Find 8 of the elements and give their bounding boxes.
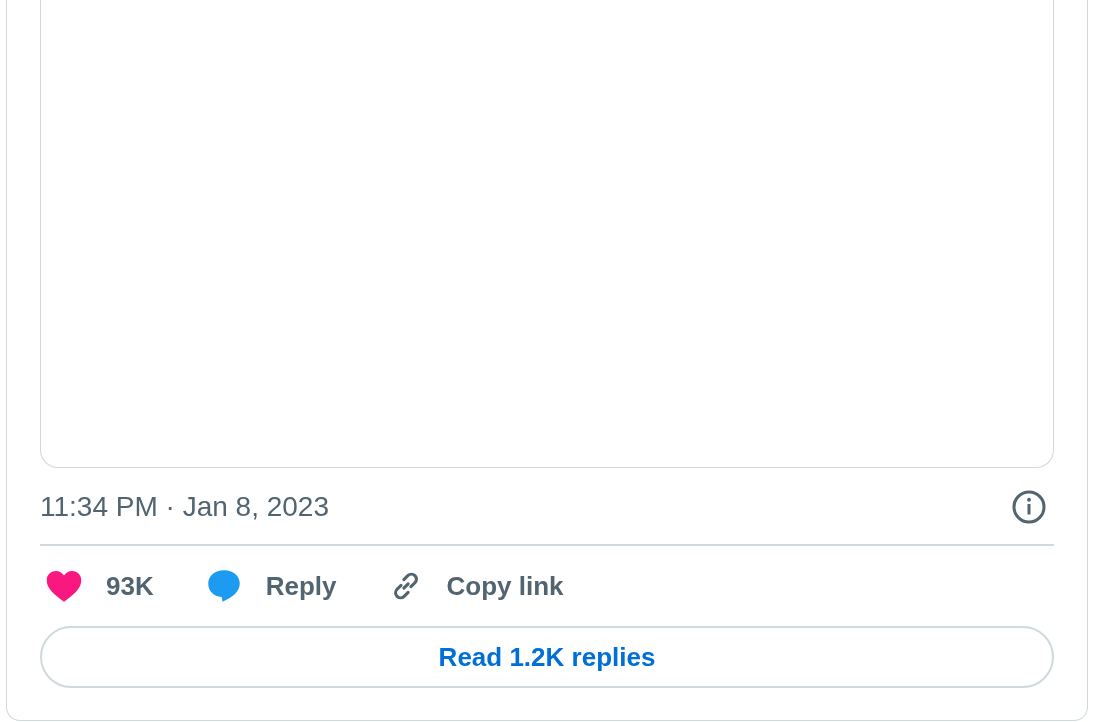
like-count[interactable]: 93K: [106, 566, 154, 606]
speech-bubble-icon: [205, 568, 242, 604]
info-icon[interactable]: [1011, 489, 1047, 525]
copy-link[interactable]: Copy link: [446, 566, 564, 606]
read-replies-button[interactable]: Read 1.2K replies: [40, 626, 1054, 688]
heart-icon: [46, 569, 82, 603]
reply-link[interactable]: Reply: [265, 566, 337, 606]
timestamp[interactable]: 11:34 PM · Jan 8, 2023: [40, 489, 329, 525]
